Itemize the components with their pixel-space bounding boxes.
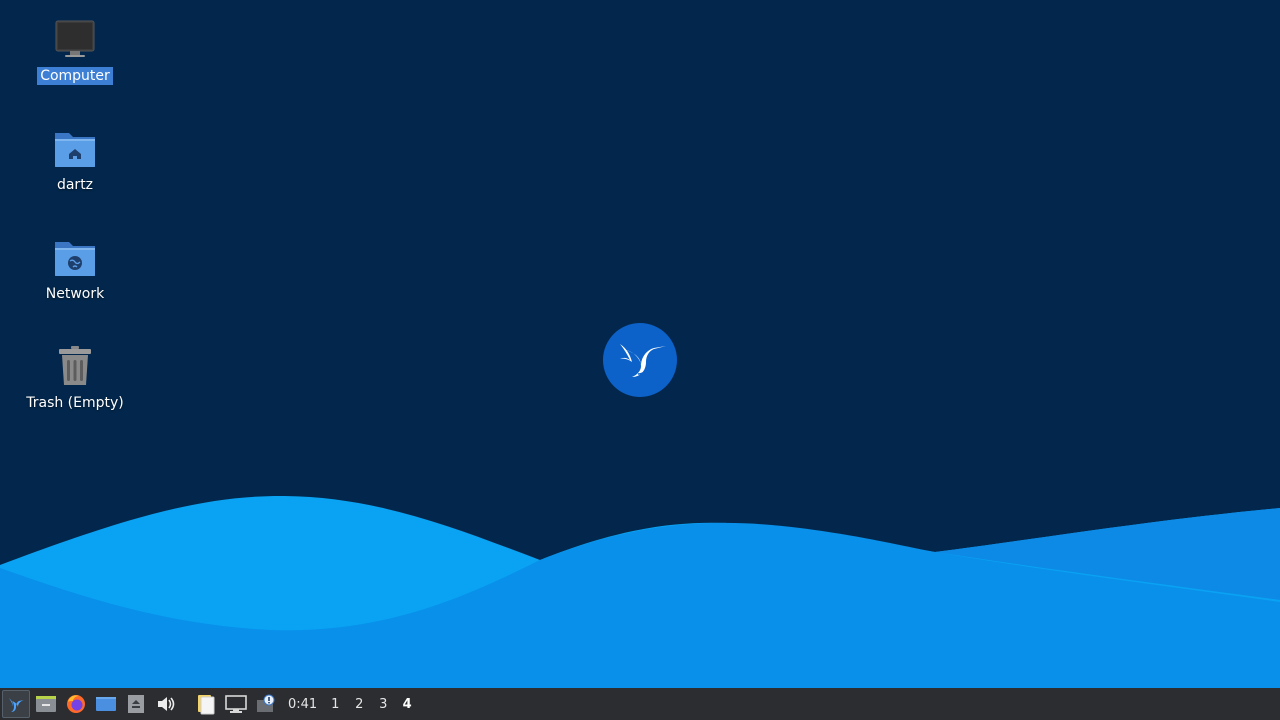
volume-icon	[158, 697, 175, 711]
trash-icon	[59, 346, 91, 385]
start-menu-button[interactable]	[2, 690, 30, 718]
taskbar-clock[interactable]: 0:41	[288, 697, 317, 712]
desktop-icon-home-folder[interactable]: dartz	[15, 125, 135, 194]
update-notifier-icon	[257, 694, 275, 712]
clipboard-icon	[198, 695, 215, 715]
desktop-icon-label: Trash (Empty)	[26, 395, 124, 411]
desktop-icon-label: Network	[45, 286, 105, 302]
computer-icon	[55, 20, 95, 57]
desktop-icon-network[interactable]: Network	[15, 234, 135, 303]
file-manager-launcher[interactable]	[32, 690, 60, 718]
hummingbird-logo-icon	[603, 323, 677, 397]
firefox-icon	[67, 695, 85, 713]
desktop-icon-trash[interactable]: Trash (Empty)	[15, 343, 135, 412]
desktop-icon-label: Computer	[37, 67, 113, 85]
eject-button[interactable]	[122, 690, 150, 718]
workspace-2[interactable]: 2	[347, 690, 371, 718]
show-desktop-icon	[96, 697, 116, 711]
volume-button[interactable]	[152, 690, 180, 718]
workspace-1[interactable]: 1	[323, 690, 347, 718]
desktop-icon-label: dartz	[56, 177, 94, 193]
start-menu-hummingbird-icon	[9, 698, 24, 712]
taskbar: 0:41 1 2 3 4	[0, 688, 1280, 720]
network-tray-button[interactable]	[222, 690, 250, 718]
update-tray-button[interactable]	[252, 690, 280, 718]
show-desktop-button[interactable]	[92, 690, 120, 718]
desktop-icon-computer[interactable]: Computer	[15, 16, 135, 85]
firefox-launcher[interactable]	[62, 690, 90, 718]
file-manager-icon	[36, 696, 56, 712]
desktop[interactable]: Computer dartz Network Trash (Empty)	[0, 0, 1280, 688]
clipboard-tray-button[interactable]	[192, 690, 220, 718]
eject-icon	[128, 695, 144, 713]
workspace-4[interactable]: 4	[395, 690, 419, 718]
workspace-3[interactable]: 3	[371, 690, 395, 718]
home-folder-icon	[55, 133, 95, 167]
network-monitor-icon	[225, 695, 247, 713]
network-folder-icon	[55, 242, 95, 276]
